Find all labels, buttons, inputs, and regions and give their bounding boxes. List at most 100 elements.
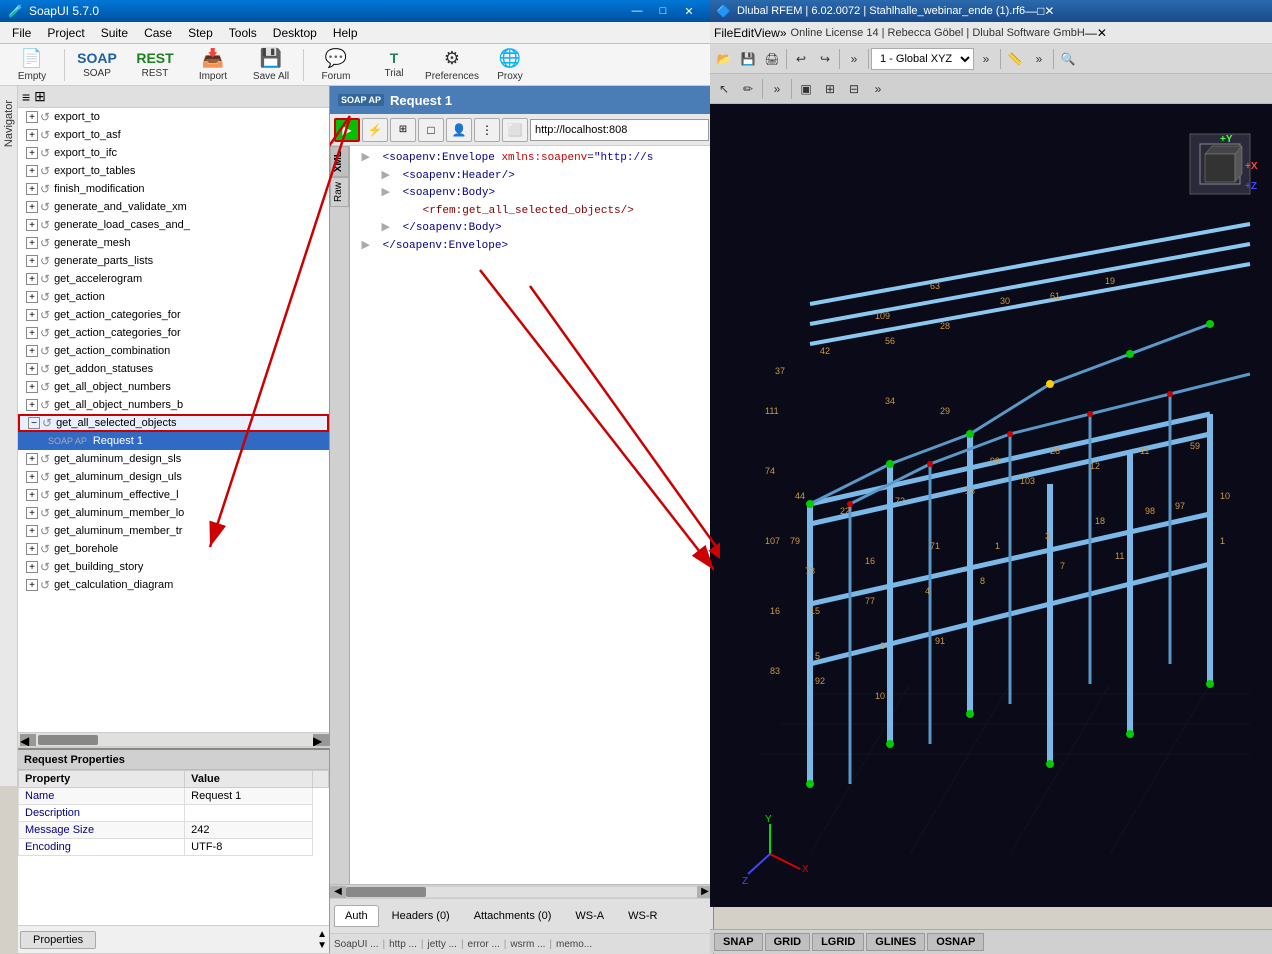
rfem-tb-undo[interactable]: ↩ — [789, 48, 813, 70]
expand-icon[interactable]: + — [26, 327, 38, 339]
tree-item-get-borehole[interactable]: + ↺ get_borehole — [18, 540, 329, 558]
tree-item-export-to[interactable]: + ↺ export_to — [18, 108, 329, 126]
tb-soap-btn[interactable]: SOAP SOAP — [69, 46, 125, 84]
rfem-tb-coord-more[interactable]: » — [974, 48, 998, 70]
req-btn-7[interactable]: ⬜ — [502, 118, 528, 142]
menu-tools[interactable]: Tools — [221, 24, 265, 42]
rfem-close-btn[interactable]: ✕ — [1044, 4, 1054, 18]
tree-item-get-aluminum-member-lo[interactable]: + ↺ get_aluminum_member_lo — [18, 504, 329, 522]
req-btn-3[interactable]: ⊞ — [390, 118, 416, 142]
rfem-menu-edit[interactable]: Edit — [733, 26, 754, 40]
rfem-menu-close2[interactable]: ✕ — [1097, 26, 1107, 40]
expand-icon[interactable]: + — [26, 183, 38, 195]
grid-btn[interactable]: GRID — [765, 933, 811, 951]
expand-icon[interactable]: + — [26, 111, 38, 123]
hscroll-thumb[interactable] — [346, 887, 426, 897]
expand-icon[interactable]: + — [26, 129, 38, 141]
tab-attachments[interactable]: Attachments (0) — [463, 905, 563, 927]
log-soapui[interactable]: SoapUI ... — [334, 939, 378, 950]
expand-icon[interactable]: + — [26, 489, 38, 501]
expand-icon[interactable]: + — [26, 579, 38, 591]
xml-tab[interactable]: XML — [330, 146, 349, 177]
tb-proxy-btn[interactable]: 🌐 Proxy — [482, 46, 538, 84]
lgrid-btn[interactable]: LGRID — [812, 933, 864, 951]
expand-icon[interactable]: + — [26, 291, 38, 303]
tree-item-get-aluminum-member-tr[interactable]: + ↺ get_aluminum_member_tr — [18, 522, 329, 540]
tree-item-get-aluminum-design-sls[interactable]: + ↺ get_aluminum_design_sls — [18, 450, 329, 468]
expand-icon[interactable]: + — [26, 507, 38, 519]
expand-icon[interactable]: + — [26, 255, 38, 267]
scroll-track[interactable] — [38, 735, 311, 745]
tree-item-get-all-selected-objects[interactable]: − ↺ get_all_selected_objects — [18, 414, 329, 432]
rfem-viewport[interactable]: +X +Y +Z — [710, 104, 1272, 907]
tree-item-get-all-object-numbers[interactable]: + ↺ get_all_object_numbers — [18, 378, 329, 396]
rfem-tb2-more[interactable]: » — [765, 78, 789, 100]
rfem-menu-more[interactable]: » — [780, 26, 787, 40]
log-memo[interactable]: memo... — [556, 939, 592, 950]
rfem-tb-measure[interactable]: 📏 — [1003, 48, 1027, 70]
req-btn-4[interactable]: □ — [418, 118, 444, 142]
url-input[interactable] — [530, 119, 709, 141]
tree-subitem-request1[interactable]: SOAP AP Request 1 — [18, 432, 329, 450]
tb-forum-btn[interactable]: 💬 Forum — [308, 46, 364, 84]
expand-icon[interactable]: + — [26, 273, 38, 285]
tb-trial-btn[interactable]: T Trial — [366, 46, 422, 84]
rfem-tb2-view1[interactable]: ▣ — [794, 78, 818, 100]
expand-icon[interactable]: + — [26, 381, 38, 393]
navigator-sidebar[interactable]: Navigator — [0, 86, 18, 786]
rfem-tb-search[interactable]: 🔍 — [1056, 48, 1080, 70]
expand-icon[interactable]: + — [26, 345, 38, 357]
rfem-menu-view[interactable]: View — [754, 26, 780, 40]
tb-import-btn[interactable]: 📥 Import — [185, 46, 241, 84]
tree-item-generate-parts[interactable]: + ↺ generate_parts_lists — [18, 252, 329, 270]
scroll-up-btn[interactable]: ▲ — [317, 929, 327, 940]
rfem-tb-save[interactable]: 💾 — [736, 48, 760, 70]
log-http[interactable]: http ... — [389, 939, 417, 950]
soapui-close-btn[interactable]: ✕ — [676, 1, 702, 21]
expand-icon[interactable]: + — [26, 561, 38, 573]
expand-icon[interactable]: + — [26, 309, 38, 321]
raw-tab[interactable]: Raw — [330, 177, 349, 207]
props-scroll[interactable]: ▲ ▼ — [317, 929, 327, 951]
soapui-minimize-btn[interactable]: — — [624, 1, 650, 21]
tree-item-finish-modification[interactable]: + ↺ finish_modification — [18, 180, 329, 198]
log-jetty[interactable]: jetty ... — [427, 939, 456, 950]
expand-icon[interactable]: + — [26, 399, 38, 411]
log-error[interactable]: error ... — [468, 939, 500, 950]
expand-icon[interactable]: + — [26, 363, 38, 375]
rfem-tb-redo[interactable]: ↪ — [813, 48, 837, 70]
req-btn-6[interactable]: ⋮ — [474, 118, 500, 142]
expand-icon[interactable]: + — [26, 219, 38, 231]
rfem-menu-file[interactable]: File — [714, 26, 733, 40]
log-wsrm[interactable]: wsrm ... — [510, 939, 545, 950]
tab-wsa[interactable]: WS-A — [564, 905, 615, 927]
rfem-tb-more[interactable]: » — [842, 48, 866, 70]
expand-icon[interactable]: − — [28, 417, 40, 429]
expand-icon[interactable]: + — [26, 471, 38, 483]
expand-icon[interactable]: + — [26, 543, 38, 555]
scroll-right-btn[interactable]: ▶ — [313, 734, 329, 746]
menu-case[interactable]: Case — [136, 24, 180, 42]
menu-suite[interactable]: Suite — [93, 24, 136, 42]
tree-item-get-addon-statuses[interactable]: + ↺ get_addon_statuses — [18, 360, 329, 378]
tree-item-export-to-asf[interactable]: + ↺ export_to_asf — [18, 126, 329, 144]
tree-expand-icon[interactable]: ⊞ — [34, 88, 46, 105]
req-btn-5[interactable]: 👤 — [446, 118, 472, 142]
rfem-restore-btn[interactable]: □ — [1037, 4, 1044, 18]
tab-headers[interactable]: Headers (0) — [381, 905, 461, 927]
tree-item-export-to-ifc[interactable]: + ↺ export_to_ifc — [18, 144, 329, 162]
menu-help[interactable]: Help — [325, 24, 366, 42]
tree-item-get-action-cat2[interactable]: + ↺ get_action_categories_for — [18, 324, 329, 342]
snap-btn[interactable]: SNAP — [714, 933, 763, 951]
tree-item-export-to-tables[interactable]: + ↺ export_to_tables — [18, 162, 329, 180]
expand-icon[interactable]: + — [26, 453, 38, 465]
hscroll-track[interactable] — [346, 887, 697, 897]
tb-empty-btn[interactable]: 📄 Empty — [4, 46, 60, 84]
play-btn[interactable]: ▶ — [334, 118, 360, 142]
soapui-maximize-btn[interactable]: □ — [650, 1, 676, 21]
hscroll-left[interactable]: ◀ — [330, 886, 346, 898]
menu-project[interactable]: Project — [39, 24, 92, 42]
menu-file[interactable]: File — [4, 24, 39, 42]
scroll-down-btn[interactable]: ▼ — [317, 940, 327, 951]
tab-wsr[interactable]: WS-R — [617, 905, 668, 927]
